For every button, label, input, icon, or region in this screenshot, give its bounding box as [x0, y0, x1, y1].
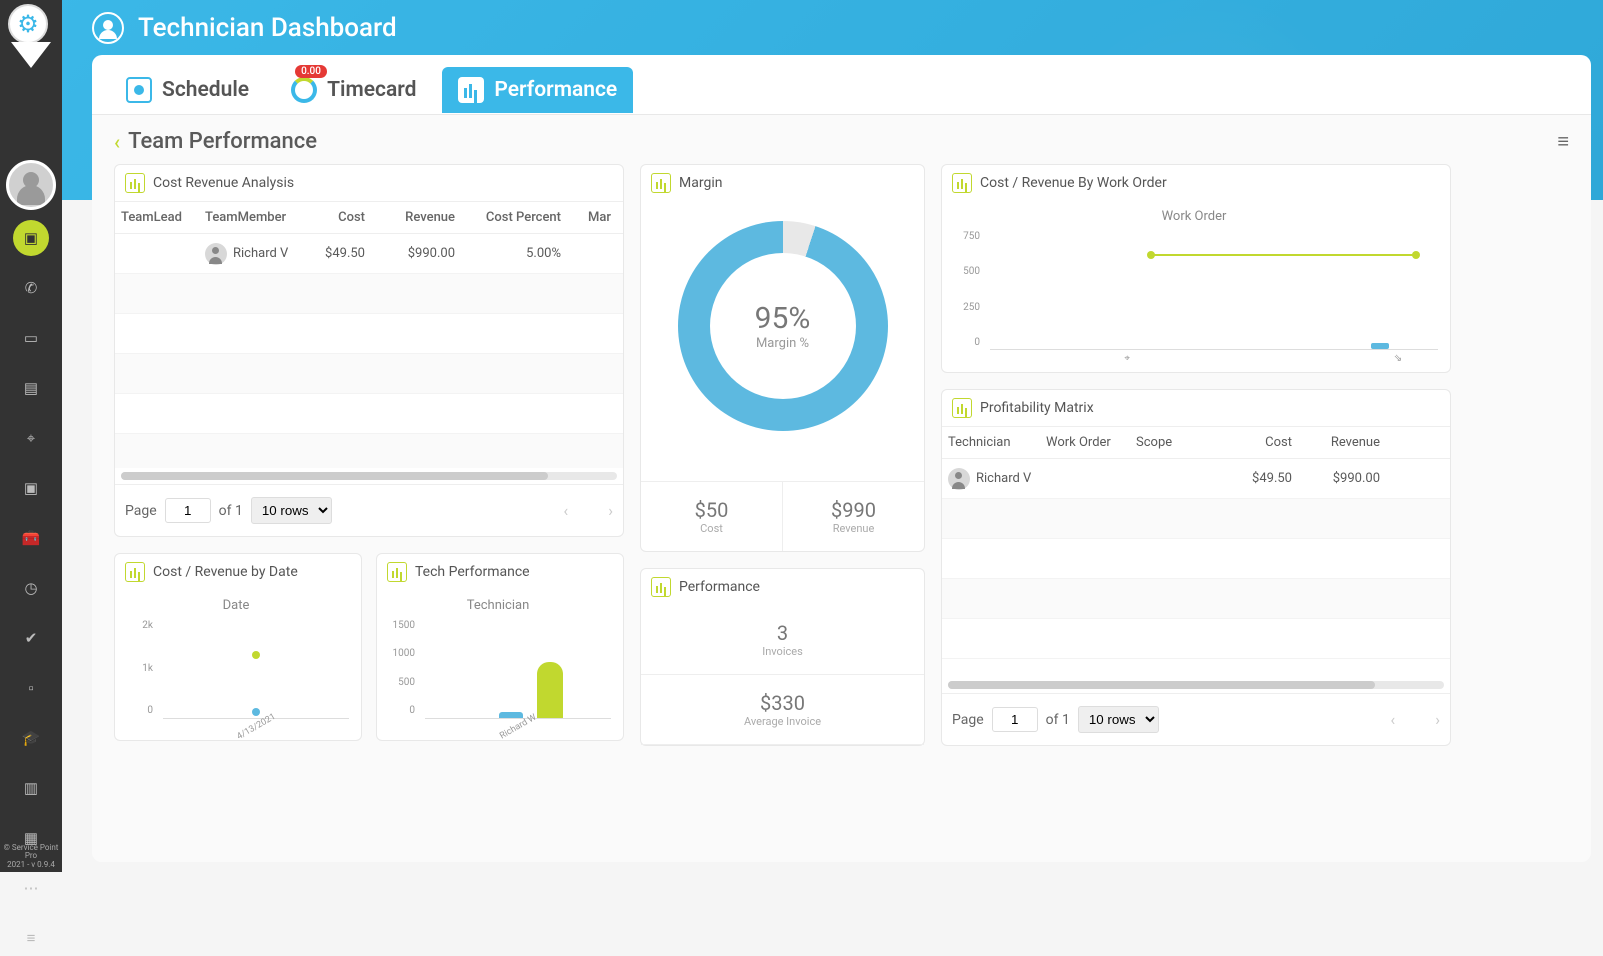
margin-donut: 95% Margin % — [678, 221, 888, 431]
table-row — [942, 619, 1450, 659]
user-avatar[interactable] — [6, 160, 56, 210]
nav-clipboard-icon[interactable]: ▣ — [13, 470, 49, 506]
person-icon — [92, 12, 124, 44]
pager: Page of 1 10 rows ‹ › — [115, 484, 623, 536]
chart-icon — [125, 173, 145, 193]
nav-location-icon[interactable]: ⌖ — [13, 420, 49, 456]
panel-tech-performance: Tech Performance Technician 150010005000… — [376, 553, 624, 741]
page-title: Technician Dashboard — [138, 13, 397, 43]
table-row — [115, 314, 623, 354]
horizontal-scrollbar[interactable] — [948, 681, 1444, 689]
tab-timecard[interactable]: 0.00 Timecard — [275, 67, 432, 113]
section-title: Team Performance — [128, 129, 317, 154]
footer-text: © Service Point Pro 2021 - v 0.9.4 — [0, 844, 62, 870]
prev-page-icon[interactable]: ‹ — [1390, 710, 1395, 729]
chart-icon — [952, 398, 972, 418]
chart-icon — [125, 562, 145, 582]
schedule-icon — [126, 77, 152, 103]
nav-phone-icon[interactable]: ✆ — [13, 270, 49, 306]
page-input[interactable] — [992, 707, 1038, 732]
table-row — [115, 394, 623, 434]
table-row[interactable]: Richard V $49.50 $990.00 — [942, 459, 1450, 499]
nav-report-icon[interactable]: ▥ — [13, 770, 49, 806]
pager: Page of 1 10 rows ‹ › — [942, 693, 1450, 745]
tab-schedule[interactable]: Schedule — [110, 67, 265, 113]
timecard-badge: 0.00 — [295, 65, 327, 78]
timecard-icon — [291, 77, 317, 103]
chart-icon — [651, 577, 671, 597]
nav-dashboard-icon[interactable]: ▣ — [13, 220, 49, 256]
page-header: Technician Dashboard — [92, 12, 397, 44]
main-card: Schedule 0.00 Timecard Performance ‹ Tea… — [92, 55, 1591, 862]
table-row — [115, 434, 623, 468]
tabs: Schedule 0.00 Timecard Performance — [92, 55, 1591, 115]
back-chevron-icon[interactable]: ‹ — [114, 130, 120, 154]
page-input[interactable] — [165, 498, 211, 523]
panel-margin: Margin 95% Margin % $50Cost $990Revenue — [640, 164, 925, 552]
sidebar: ⚙ ▣ ✆ ▭ ▤ ⌖ ▣ 🧰 ◷ ✔ ▫ 🎓 ▥ ▦ ⋯ ≡ © Servic… — [0, 0, 62, 872]
menu-icon[interactable]: ≡ — [1557, 129, 1569, 154]
nav-save-icon[interactable]: ▫ — [13, 670, 49, 706]
table-row — [115, 274, 623, 314]
panel-performance: Performance 3Invoices $330Average Invoic… — [640, 568, 925, 746]
logo: ⚙ — [8, 4, 54, 74]
prev-page-icon[interactable]: ‹ — [563, 501, 568, 520]
rows-select[interactable]: 10 rows — [1078, 706, 1159, 733]
nav-check-icon[interactable]: ✔ — [13, 620, 49, 656]
table-row — [942, 539, 1450, 579]
rows-select[interactable]: 10 rows — [251, 497, 332, 524]
panel-cost-revenue-by-wo: Cost / Revenue By Work Order Work Order … — [941, 164, 1451, 373]
panel-cost-revenue-analysis: Cost Revenue Analysis TeamLead TeamMembe… — [114, 164, 624, 537]
panel-cost-revenue-by-date: Cost / Revenue by Date Date 2k1k0 4/13/2… — [114, 553, 362, 741]
nav-globe-icon[interactable]: ◷ — [13, 570, 49, 606]
avatar-icon — [948, 468, 970, 490]
table-row — [942, 499, 1450, 539]
chart-icon — [952, 173, 972, 193]
chart-icon — [651, 173, 671, 193]
cra-table-header: TeamLead TeamMember Cost Revenue Cost Pe… — [115, 201, 623, 234]
date-chart — [163, 619, 349, 719]
nav-more-icon[interactable]: ⋯ — [13, 870, 49, 906]
performance-icon — [458, 77, 484, 103]
pm-table-header: Technician Work Order Scope Cost Revenue — [942, 426, 1450, 459]
chart-icon — [387, 562, 407, 582]
nav-toolbox-icon[interactable]: 🧰 — [13, 520, 49, 556]
next-page-icon[interactable]: › — [608, 501, 613, 520]
nav-education-icon[interactable]: 🎓 — [13, 720, 49, 756]
nav-list-icon[interactable]: ≡ — [13, 920, 49, 956]
avatar-icon — [205, 243, 227, 265]
wo-chart — [990, 230, 1438, 350]
horizontal-scrollbar[interactable] — [121, 472, 617, 480]
table-row[interactable]: Richard V $49.50 $990.00 5.00% — [115, 234, 623, 274]
techperf-chart — [425, 619, 611, 719]
panel-profitability-matrix: Profitability Matrix Technician Work Ord… — [941, 389, 1451, 746]
next-page-icon[interactable]: › — [1435, 710, 1440, 729]
table-row — [942, 579, 1450, 619]
tab-performance[interactable]: Performance — [442, 67, 633, 113]
table-row — [115, 354, 623, 394]
nav-message-icon[interactable]: ▭ — [13, 320, 49, 356]
nav-contacts-icon[interactable]: ▤ — [13, 370, 49, 406]
gear-icon: ⚙ — [8, 4, 48, 44]
